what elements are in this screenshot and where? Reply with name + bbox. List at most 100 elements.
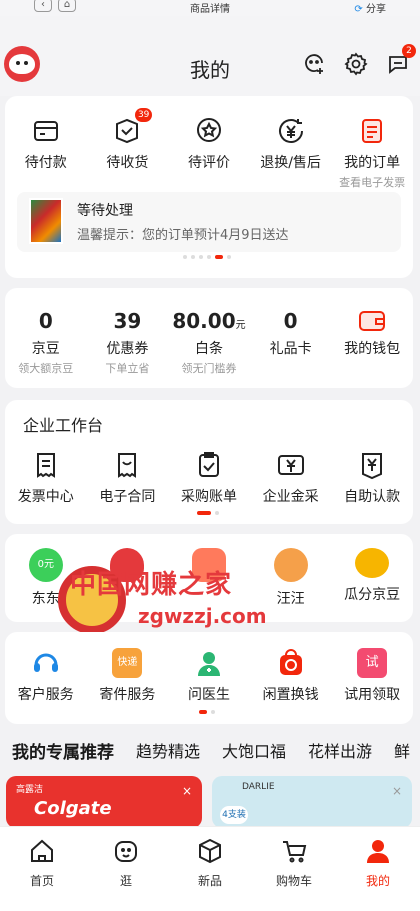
service-label: 寄件服务 — [99, 687, 156, 703]
product-brand: DARLIE — [242, 782, 275, 792]
trial-icon: 试 — [357, 648, 388, 678]
browser-bar: ‹ ⌂ 商品详情 ⟳ 分享 — [0, 0, 420, 16]
tab-home[interactable]: 首页 — [0, 827, 84, 911]
product-card-darlie[interactable]: DARLIE 4支装 × — [212, 776, 412, 828]
e-contract[interactable]: 电子合同 — [87, 450, 169, 506]
trial-claim[interactable]: 试 试用领取 — [331, 648, 413, 704]
ask-doctor[interactable]: 问医生 — [168, 648, 250, 704]
order-list-icon — [362, 119, 383, 143]
tab-new[interactable]: 新品 — [168, 827, 252, 911]
my-orders[interactable]: 我的订单 查看电子发票 — [331, 116, 413, 190]
asset-value: 0 — [283, 309, 298, 333]
tab-exclusive[interactable]: 我的专属推荐 — [12, 738, 114, 763]
tab-cart[interactable]: 购物车 — [252, 827, 336, 911]
add-friend-button[interactable] — [302, 52, 326, 76]
order-label: 待收货 — [106, 155, 149, 171]
add-friend-icon — [305, 54, 323, 74]
tab-label: 逛 — [119, 874, 132, 888]
settings-button[interactable] — [344, 52, 368, 76]
share-button[interactable]: ⟳ 分享 — [354, 0, 386, 15]
notice-title: 等待处理 — [77, 203, 133, 219]
self-payment[interactable]: 自助认款 — [331, 450, 413, 506]
game-item[interactable]: 汪汪 — [250, 548, 332, 608]
assets-row: 0 京豆 领大额京豆 39 优惠券 下单立省 80.00元 白条 领无门槛券 0… — [5, 308, 413, 376]
enterprise-label: 自助认款 — [344, 489, 401, 505]
orders-card: 待付款 39 待收货 待评价 退换/售后 我的订单 查看电子发票 等待处理 温馨… — [5, 96, 413, 278]
invoice-link[interactable]: 查看电子发票 — [331, 174, 413, 190]
asset-sub: 领大额京豆 — [18, 362, 74, 375]
jingdou-asset[interactable]: 0 京豆 领大额京豆 — [5, 308, 87, 376]
enterprise-dots — [197, 511, 219, 515]
bottom-tabbar: 首页 逛 新品 购物车 我的 — [0, 826, 420, 911]
express-icon: 快递 — [112, 648, 143, 678]
services-dots — [199, 710, 215, 714]
enterprise-row: 发票中心 电子合同 采购账单 企业金采 自助认款 — [5, 450, 413, 506]
yen-badge-icon — [362, 453, 383, 480]
order-after-sales[interactable]: 退换/售后 — [250, 116, 332, 190]
notice-text: 温馨提示：您的订单预计4月9日送达 — [77, 228, 289, 243]
service-label: 问医生 — [187, 687, 230, 703]
enterprise-title: 企业工作台 — [23, 416, 104, 435]
messages-button[interactable]: 2 — [386, 44, 416, 76]
doctor-icon — [197, 652, 220, 676]
baitiao-asset[interactable]: 80.00元 白条 领无门槛券 — [168, 308, 250, 376]
asset-sub: 下单立省 — [105, 362, 150, 375]
tab-food[interactable]: 大饱口福 — [222, 738, 286, 762]
home-icon — [31, 839, 53, 862]
tab-trending[interactable]: 趋势精选 — [136, 738, 200, 762]
message-badge: 2 — [402, 44, 416, 58]
order-label: 待付款 — [24, 155, 67, 171]
product-thumbnail — [29, 198, 63, 244]
farm-icon: 0元 — [28, 548, 63, 582]
asset-unit: 元 — [235, 320, 246, 331]
share-icon: ⟳ — [354, 4, 363, 15]
tab-travel[interactable]: 花样出游 — [308, 738, 372, 762]
close-icon[interactable]: × — [182, 784, 192, 798]
asset-value: 39 — [113, 309, 142, 333]
enterprise-finance[interactable]: 企业金采 — [250, 450, 332, 506]
invoice-center[interactable]: 发票中心 — [5, 450, 87, 506]
order-label: 待评价 — [187, 155, 230, 171]
receipt-badge: 39 — [134, 108, 153, 122]
idle-exchange[interactable]: 闲置换钱 — [250, 648, 332, 704]
services-card: 客户服务 快递 寄件服务 问医生 闲置换钱 试 试用领取 — [5, 632, 413, 724]
gift-card-asset[interactable]: 0 礼品卡 — [250, 308, 332, 376]
invoice-icon — [36, 453, 55, 478]
contract-icon — [118, 453, 137, 478]
watermark-text: 中国网赚之家 — [70, 570, 233, 600]
asset-label: 白条 — [194, 341, 223, 357]
assets-card: 0 京豆 领大额京豆 39 优惠券 下单立省 80.00元 白条 领无门槛券 0… — [5, 288, 413, 388]
my-wallet[interactable]: 我的钱包 — [331, 308, 413, 376]
product-brand: Colgate — [34, 798, 112, 819]
tab-browse[interactable]: 逛 — [84, 827, 168, 911]
product-card-colgate[interactable]: 高露洁 Colgate × — [6, 776, 202, 828]
tab-mine[interactable]: 我的 — [336, 827, 420, 911]
star-bubble-icon — [196, 118, 221, 142]
coupon-asset[interactable]: 39 优惠券 下单立省 — [87, 308, 169, 376]
watermark-url: zgwzzj.com — [138, 604, 267, 628]
order-pending-payment[interactable]: 待付款 — [5, 116, 87, 190]
person-icon — [367, 840, 389, 863]
customer-service[interactable]: 客户服务 — [5, 648, 87, 704]
asset-label: 礼品卡 — [269, 341, 312, 357]
service-label: 闲置换钱 — [262, 687, 319, 703]
header-actions: 2 — [302, 44, 416, 76]
order-notice[interactable]: 等待处理 温馨提示：您的订单预计4月9日送达 — [17, 192, 401, 252]
tab-label: 购物车 — [275, 874, 312, 888]
tab-fresh[interactable]: 鲜 — [394, 738, 410, 762]
close-icon[interactable]: × — [392, 784, 402, 798]
product-tag: 4支装 — [220, 806, 248, 824]
coins-icon — [355, 548, 390, 578]
order-pending-review[interactable]: 待评价 — [168, 116, 250, 190]
enterprise-label: 采购账单 — [180, 489, 237, 505]
headset-icon — [33, 653, 58, 672]
carousel-dots — [183, 255, 231, 259]
page-header: 我的 2 — [0, 16, 420, 96]
order-pending-receipt[interactable]: 39 待收货 — [87, 108, 169, 190]
game-item[interactable]: 瓜分京豆 — [331, 548, 413, 608]
enterprise-card: 企业工作台 发票中心 电子合同 采购账单 企业金采 自助认款 — [5, 400, 413, 524]
asset-label: 京豆 — [31, 341, 60, 357]
dog-icon — [273, 548, 308, 582]
purchase-bill[interactable]: 采购账单 — [168, 450, 250, 506]
shipping-service[interactable]: 快递 寄件服务 — [87, 648, 169, 704]
